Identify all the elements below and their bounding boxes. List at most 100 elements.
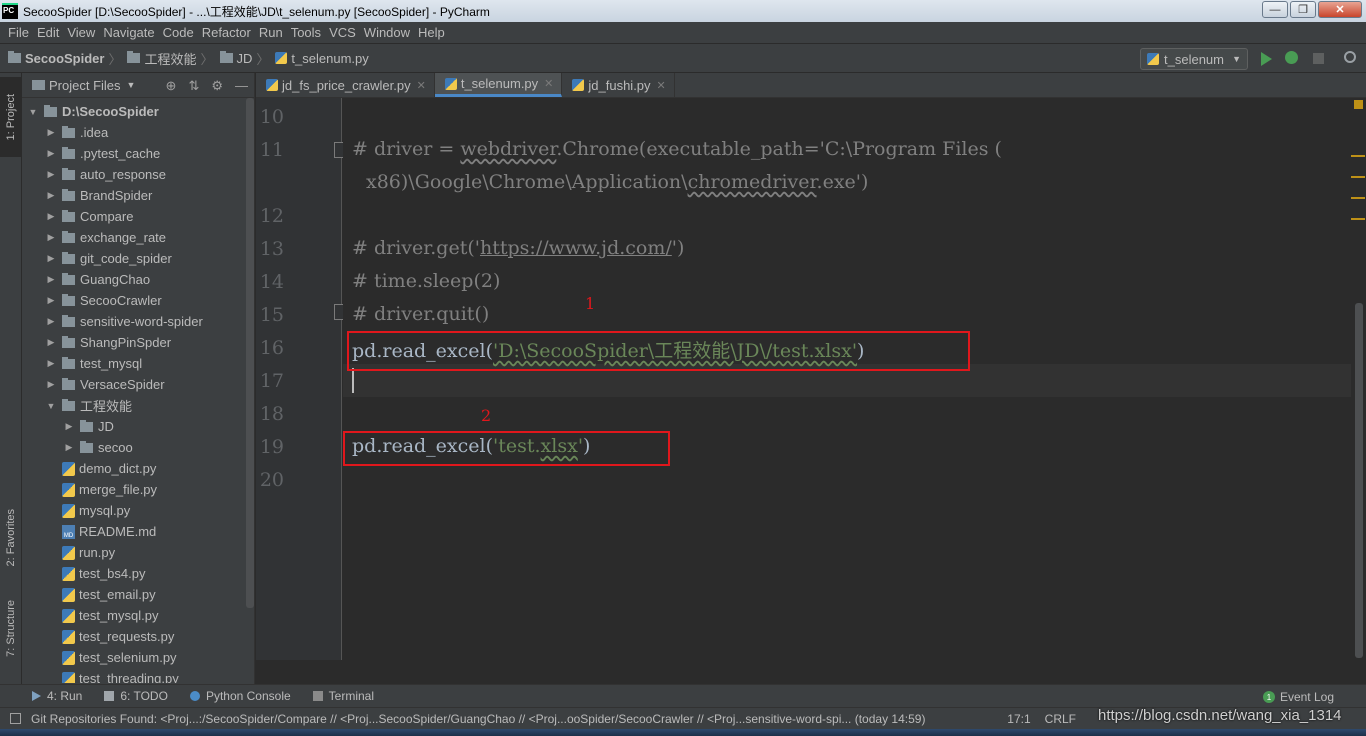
run-configuration-dropdown[interactable]: t_selenum ▼ xyxy=(1140,48,1248,70)
menu-tools[interactable]: Tools xyxy=(287,25,325,40)
warning-marker[interactable] xyxy=(1351,218,1365,220)
tree-folder[interactable]: ▶ .pytest_cache xyxy=(22,143,244,164)
editor-scrollbar[interactable] xyxy=(1351,98,1366,660)
tool-window-favorites[interactable]: 2: Favorites xyxy=(0,493,22,583)
close-tab-icon[interactable]: ✕ xyxy=(657,79,666,92)
tree-folder[interactable]: ▶ VersaceSpider xyxy=(22,374,244,395)
maximize-button[interactable]: ❐ xyxy=(1290,1,1316,18)
minimize-button[interactable]: — xyxy=(1262,1,1288,18)
tree-folder[interactable]: ▼ D:\SecooSpider xyxy=(22,101,244,122)
debug-icon[interactable] xyxy=(1285,51,1298,64)
tree-file[interactable]: test_mysql.py xyxy=(22,605,244,626)
breadcrumb-project[interactable]: SecooSpider 〉 xyxy=(8,49,121,68)
tree-folder[interactable]: ▶ BrandSpider xyxy=(22,185,244,206)
tool-window-todo[interactable]: 6: TODO xyxy=(104,689,168,703)
chevron-right-icon[interactable]: ▶ xyxy=(46,358,56,369)
tree-folder[interactable]: ▼ 工程效能 xyxy=(22,395,244,416)
caret-position[interactable]: 17:1 xyxy=(1007,712,1030,726)
tree-file[interactable]: test_threading.py xyxy=(22,668,244,683)
status-message[interactable]: Git Repositories Found: <Proj...:/SecooS… xyxy=(31,712,925,726)
inspection-status-icon[interactable] xyxy=(1354,100,1363,109)
warning-marker[interactable] xyxy=(1351,176,1365,178)
tree-file[interactable]: test_selenium.py xyxy=(22,647,244,668)
close-tab-icon[interactable]: ✕ xyxy=(544,77,553,90)
tree-file[interactable]: mysql.py xyxy=(22,500,244,521)
hide-panel-icon[interactable]: — xyxy=(235,78,248,94)
chevron-right-icon[interactable]: ▶ xyxy=(46,295,56,306)
chevron-right-icon[interactable]: ▶ xyxy=(46,169,56,180)
warning-marker[interactable] xyxy=(1351,155,1365,157)
tree-file[interactable]: run.py xyxy=(22,542,244,563)
chevron-right-icon[interactable]: ▶ xyxy=(46,190,56,201)
chevron-right-icon[interactable]: ▶ xyxy=(46,316,56,327)
tree-folder[interactable]: ▶ sensitive-word-spider xyxy=(22,311,244,332)
chevron-right-icon[interactable]: ▶ xyxy=(46,379,56,390)
tool-window-python-console[interactable]: Python Console xyxy=(189,689,291,703)
tree-folder[interactable]: ▶ SecooCrawler xyxy=(22,290,244,311)
run-icon[interactable] xyxy=(1261,52,1272,66)
editor-scrollbar-thumb[interactable] xyxy=(1355,303,1363,658)
tree-file[interactable]: merge_file.py xyxy=(22,479,244,500)
breadcrumb-file[interactable]: t_selenum.py xyxy=(269,51,369,66)
tree-folder[interactable]: ▶ Compare xyxy=(22,206,244,227)
chevron-right-icon[interactable]: ▶ xyxy=(64,442,74,453)
breadcrumb-folder2[interactable]: JD 〉 xyxy=(214,49,269,68)
chevron-right-icon[interactable]: ▶ xyxy=(46,232,56,243)
tree-folder[interactable]: ▶ exchange_rate xyxy=(22,227,244,248)
tree-file[interactable]: demo_dict.py xyxy=(22,458,244,479)
project-view-selector[interactable]: Project Files xyxy=(49,78,121,93)
close-tab-icon[interactable]: ✕ xyxy=(417,79,426,92)
chevron-right-icon[interactable]: ▶ xyxy=(46,148,56,159)
tab-t-selenum[interactable]: t_selenum.py ✕ xyxy=(434,73,563,97)
chevron-down-icon[interactable]: ▼ xyxy=(28,107,38,117)
breadcrumb-folder1[interactable]: 工程效能 〉 xyxy=(121,49,214,68)
tree-file[interactable]: test_email.py xyxy=(22,584,244,605)
chevron-right-icon[interactable]: ▶ xyxy=(46,127,56,138)
tree-folder[interactable]: ▶ test_mysql xyxy=(22,353,244,374)
tab-jd-fushi[interactable]: jd_fushi.py ✕ xyxy=(562,73,675,97)
menu-refactor[interactable]: Refactor xyxy=(198,25,255,40)
menu-edit[interactable]: Edit xyxy=(33,25,63,40)
menu-vcs[interactable]: VCS xyxy=(325,25,360,40)
tool-window-event-log[interactable]: 1 Event Log xyxy=(1262,690,1334,704)
chevron-down-icon[interactable]: ▼ xyxy=(46,401,56,411)
tree-folder[interactable]: ▶ GuangChao xyxy=(22,269,244,290)
tree-folder[interactable]: ▶ git_code_spider xyxy=(22,248,244,269)
tree-folder[interactable]: ▶ auto_response xyxy=(22,164,244,185)
comment-link[interactable]: https://www.jd.com/ xyxy=(480,237,672,259)
chevron-down-icon[interactable]: ▼ xyxy=(127,80,136,90)
menu-navigate[interactable]: Navigate xyxy=(99,25,158,40)
chevron-right-icon[interactable]: ▶ xyxy=(46,274,56,285)
tree-file[interactable]: test_requests.py xyxy=(22,626,244,647)
chevron-right-icon[interactable]: ▶ xyxy=(46,211,56,222)
tool-window-structure[interactable]: 7: Structure xyxy=(0,593,22,663)
tab-jd-fs-price-crawler[interactable]: jd_fs_price_crawler.py ✕ xyxy=(256,73,435,97)
menu-run[interactable]: Run xyxy=(255,25,287,40)
tree-folder[interactable]: ▶ JD xyxy=(22,416,244,437)
project-tree-scrollbar[interactable] xyxy=(246,98,254,608)
toggle-tool-windows-icon[interactable] xyxy=(10,713,21,724)
line-separator[interactable]: CRLF xyxy=(1045,712,1076,726)
menu-view[interactable]: View xyxy=(63,25,99,40)
gear-icon[interactable]: ⚙ xyxy=(211,78,223,94)
stop-icon[interactable] xyxy=(1313,53,1324,64)
menu-window[interactable]: Window xyxy=(360,25,414,40)
editor-gutter[interactable]: 10 11 12 13 14 15 16 17 18 19 20 xyxy=(256,98,348,660)
tree-folder[interactable]: ▶ .idea xyxy=(22,122,244,143)
chevron-right-icon[interactable]: ▶ xyxy=(64,421,74,432)
menu-file[interactable]: File xyxy=(4,25,33,40)
menu-help[interactable]: Help xyxy=(414,25,449,40)
tool-window-project[interactable]: 1: Project xyxy=(0,77,22,157)
tool-window-run[interactable]: 4: Run xyxy=(32,689,82,703)
code-editor[interactable]: # driver = webdriver.Chrome(executable_p… xyxy=(343,98,1351,660)
tree-file[interactable]: MD README.md xyxy=(22,521,244,542)
tree-folder[interactable]: ▶ ShangPinSpder xyxy=(22,332,244,353)
tool-window-terminal[interactable]: Terminal xyxy=(312,689,374,703)
tree-folder[interactable]: ▶ secoo xyxy=(22,437,244,458)
warning-marker[interactable] xyxy=(1351,197,1365,199)
menu-code[interactable]: Code xyxy=(159,25,198,40)
close-button[interactable]: ✕ xyxy=(1318,1,1362,18)
tree-file[interactable]: test_bs4.py xyxy=(22,563,244,584)
chevron-right-icon[interactable]: ▶ xyxy=(46,253,56,264)
collapse-all-icon[interactable]: ⇅ xyxy=(188,78,199,94)
